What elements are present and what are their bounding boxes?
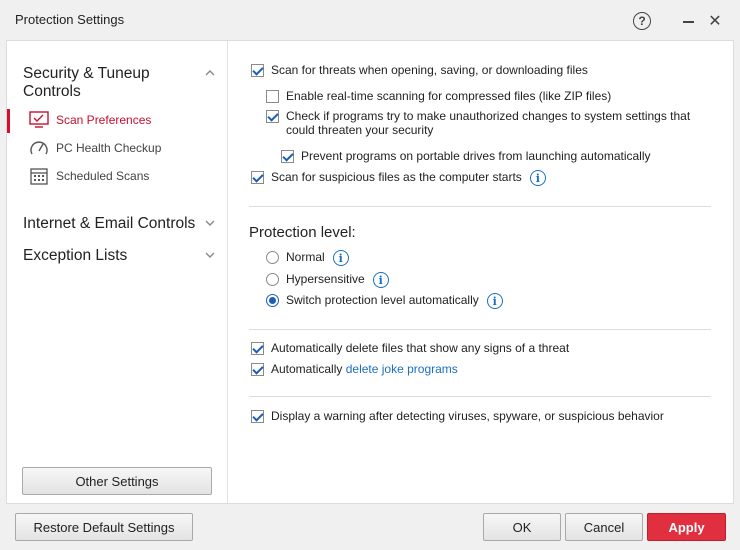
ok-button[interactable]: OK bbox=[483, 513, 561, 541]
checkbox[interactable] bbox=[251, 342, 264, 355]
speedometer-icon bbox=[30, 141, 48, 155]
chevron-down-icon[interactable] bbox=[204, 249, 216, 261]
scan-preferences-panel: Scan for threats when opening, saving, o… bbox=[229, 41, 734, 503]
info-icon[interactable]: i bbox=[372, 272, 389, 288]
option-label: Normal bbox=[286, 250, 325, 264]
option-display-warning[interactable]: Display a warning after detecting viruse… bbox=[251, 409, 664, 424]
monitor-scan-icon bbox=[29, 111, 49, 128]
settings-frame: Security & Tuneup Controls Scan Preferen… bbox=[6, 40, 734, 504]
option-label: Prevent programs on portable drives from… bbox=[301, 149, 651, 163]
minimize-icon[interactable] bbox=[677, 10, 699, 32]
radio[interactable] bbox=[266, 294, 279, 307]
title-bar: Protection Settings ? ✕ bbox=[0, 0, 740, 40]
divider bbox=[249, 329, 711, 330]
option-startup-scan[interactable]: Scan for suspicious files as the compute… bbox=[251, 170, 546, 186]
close-icon[interactable]: ✕ bbox=[704, 10, 726, 32]
option-label: Automatically delete files that show any… bbox=[271, 341, 570, 355]
sidebar-item-label: Scheduled Scans bbox=[56, 169, 150, 183]
checkbox[interactable] bbox=[281, 150, 294, 163]
option-label: Display a warning after detecting viruse… bbox=[271, 409, 664, 423]
option-label: Automatically bbox=[271, 362, 343, 376]
option-label: Check if programs try to make unauthoriz… bbox=[286, 109, 691, 137]
delete-joke-programs-link[interactable]: delete joke programs bbox=[346, 362, 458, 376]
checkbox[interactable] bbox=[251, 363, 264, 376]
radio-normal[interactable]: Normal i bbox=[266, 250, 349, 266]
option-label: Scan for suspicious files as the compute… bbox=[271, 170, 522, 184]
option-auto-delete[interactable]: Automatically delete files that show any… bbox=[251, 341, 569, 356]
radio[interactable] bbox=[266, 273, 279, 286]
radio-hypersensitive[interactable]: Hypersensitive i bbox=[266, 272, 389, 288]
chevron-down-icon[interactable] bbox=[204, 217, 216, 229]
option-label: Hypersensitive bbox=[286, 272, 365, 286]
restore-default-settings-button[interactable]: Restore Default Settings bbox=[15, 513, 193, 541]
sidebar-section-security-tuneup[interactable]: Security & Tuneup Controls bbox=[23, 65, 150, 101]
info-icon[interactable]: i bbox=[529, 170, 546, 186]
checkbox[interactable] bbox=[251, 171, 264, 184]
divider bbox=[249, 396, 711, 397]
window-title: Protection Settings bbox=[15, 12, 125, 27]
option-compressed-files[interactable]: Enable real-time scanning for compressed… bbox=[266, 89, 611, 104]
calendar-icon bbox=[30, 168, 48, 185]
option-label: Switch protection level automatically bbox=[286, 293, 479, 307]
sidebar-item-scheduled-scans[interactable]: Scheduled Scans bbox=[7, 163, 227, 189]
protection-level-heading: Protection level: bbox=[249, 224, 356, 241]
sidebar-item-label: Scan Preferences bbox=[56, 113, 152, 127]
option-delete-joke[interactable]: Automatically delete joke programs bbox=[251, 362, 458, 377]
divider bbox=[249, 206, 711, 207]
option-scan-open-save[interactable]: Scan for threats when opening, saving, o… bbox=[251, 63, 588, 78]
option-label: Scan for threats when opening, saving, o… bbox=[271, 63, 588, 77]
sidebar-item-scan-preferences[interactable]: Scan Preferences bbox=[7, 107, 227, 133]
info-icon[interactable]: i bbox=[332, 250, 349, 266]
option-unauthorized-changes[interactable]: Check if programs try to make unauthoriz… bbox=[266, 109, 706, 137]
other-settings-button[interactable]: Other Settings bbox=[22, 467, 212, 495]
help-icon[interactable]: ? bbox=[631, 10, 653, 32]
apply-button[interactable]: Apply bbox=[647, 513, 726, 541]
checkbox[interactable] bbox=[266, 110, 279, 123]
sidebar: Security & Tuneup Controls Scan Preferen… bbox=[7, 41, 228, 503]
sidebar-section-internet-email[interactable]: Internet & Email Controls bbox=[23, 215, 195, 233]
chevron-up-icon[interactable] bbox=[204, 67, 216, 79]
checkbox[interactable] bbox=[266, 90, 279, 103]
checkbox[interactable] bbox=[251, 64, 264, 77]
checkbox[interactable] bbox=[251, 410, 264, 423]
sidebar-section-exception-lists[interactable]: Exception Lists bbox=[23, 247, 127, 265]
radio[interactable] bbox=[266, 251, 279, 264]
option-label: Enable real-time scanning for compressed… bbox=[286, 89, 612, 103]
sidebar-item-pc-health-checkup[interactable]: PC Health Checkup bbox=[7, 135, 227, 161]
sidebar-item-label: PC Health Checkup bbox=[56, 141, 162, 155]
radio-switch-auto[interactable]: Switch protection level automatically i bbox=[266, 293, 503, 309]
cancel-button[interactable]: Cancel bbox=[565, 513, 643, 541]
option-portable-drives[interactable]: Prevent programs on portable drives from… bbox=[281, 149, 651, 164]
active-indicator bbox=[7, 109, 10, 133]
info-icon[interactable]: i bbox=[486, 293, 503, 309]
